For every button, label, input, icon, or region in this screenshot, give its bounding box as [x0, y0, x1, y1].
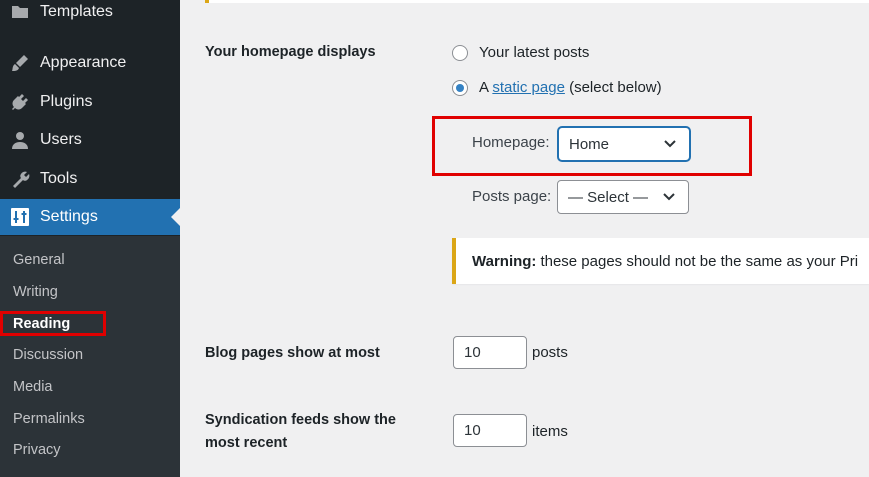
homepage-displays-label: Your homepage displays	[205, 44, 376, 60]
reading-settings-main: Your homepage displays Your latest posts…	[180, 0, 869, 477]
sidebar-item-label: Appearance	[40, 54, 127, 71]
chevron-down-icon	[664, 140, 676, 148]
same-page-warning: Warning: these pages should not be the s…	[452, 238, 869, 284]
users-icon	[10, 130, 30, 150]
static-page-option-label: A static page (select below)	[479, 79, 662, 96]
sidebar-item-users[interactable]: Users	[0, 122, 180, 158]
sidebar-item-templates[interactable]: Templates	[0, 0, 180, 30]
sidebar-item-tools[interactable]: Tools	[0, 161, 180, 197]
wrench-icon	[10, 169, 30, 189]
current-menu-arrow	[171, 208, 180, 226]
static-page-link[interactable]: static page	[492, 79, 565, 96]
plugin-icon	[10, 92, 30, 112]
sidebar-item-settings[interactable]: Settings	[0, 199, 180, 235]
posts-page-select[interactable]: — Select —	[557, 180, 689, 214]
paintbrush-icon	[10, 53, 30, 73]
homepage-select-value: Home	[569, 135, 610, 153]
sidebar-item-label: Settings	[40, 208, 98, 225]
submenu-item-privacy[interactable]: Privacy	[13, 442, 61, 458]
sidebar-item-label: Templates	[40, 3, 113, 20]
sidebar-item-label: Users	[40, 131, 82, 148]
syndication-label-line1: Syndication feeds show the	[205, 412, 396, 428]
syndication-value: 10	[464, 422, 481, 439]
notice-edge	[205, 0, 869, 3]
static-page-prefix: A	[479, 79, 489, 96]
submenu-item-writing[interactable]: Writing	[13, 284, 58, 300]
homepage-select-label: Homepage:	[472, 134, 550, 151]
sidebar-item-plugins[interactable]: Plugins	[0, 84, 180, 120]
sidebar-item-label: Tools	[40, 170, 78, 187]
static-page-radio[interactable]	[452, 80, 468, 96]
warning-text: these pages should not be the same as yo…	[540, 252, 859, 270]
reading-highlight-box	[0, 311, 106, 336]
chevron-down-icon	[663, 193, 675, 201]
syndication-unit: items	[532, 423, 568, 440]
submenu-item-general[interactable]: General	[13, 252, 65, 268]
latest-posts-radio[interactable]	[452, 45, 468, 61]
blog-pages-label: Blog pages show at most	[205, 345, 380, 361]
submenu-item-media[interactable]: Media	[13, 379, 53, 395]
sidebar-item-appearance[interactable]: Appearance	[0, 45, 180, 81]
admin-sidebar: Templates Appearance Plugins Users Tools…	[0, 0, 180, 477]
blog-pages-value: 10	[464, 344, 481, 361]
posts-page-select-value: — Select —	[568, 188, 649, 206]
syndication-input[interactable]: 10	[453, 414, 527, 447]
submenu-item-discussion[interactable]: Discussion	[13, 347, 83, 363]
settings-sliders-icon	[10, 207, 30, 227]
folder-icon	[10, 2, 30, 22]
static-page-suffix: (select below)	[569, 79, 662, 96]
blog-pages-unit: posts	[532, 344, 568, 361]
latest-posts-label: Your latest posts	[479, 44, 590, 61]
syndication-label-line2: most recent	[205, 435, 288, 451]
submenu-item-permalinks[interactable]: Permalinks	[13, 411, 85, 427]
settings-submenu: General Writing Reading Discussion Media…	[0, 236, 180, 477]
homepage-select[interactable]: Home	[558, 127, 690, 161]
sidebar-item-label: Plugins	[40, 93, 93, 110]
posts-page-select-label: Posts page:	[472, 188, 552, 205]
blog-pages-input[interactable]: 10	[453, 336, 527, 369]
warning-strong: Warning:	[472, 252, 537, 270]
